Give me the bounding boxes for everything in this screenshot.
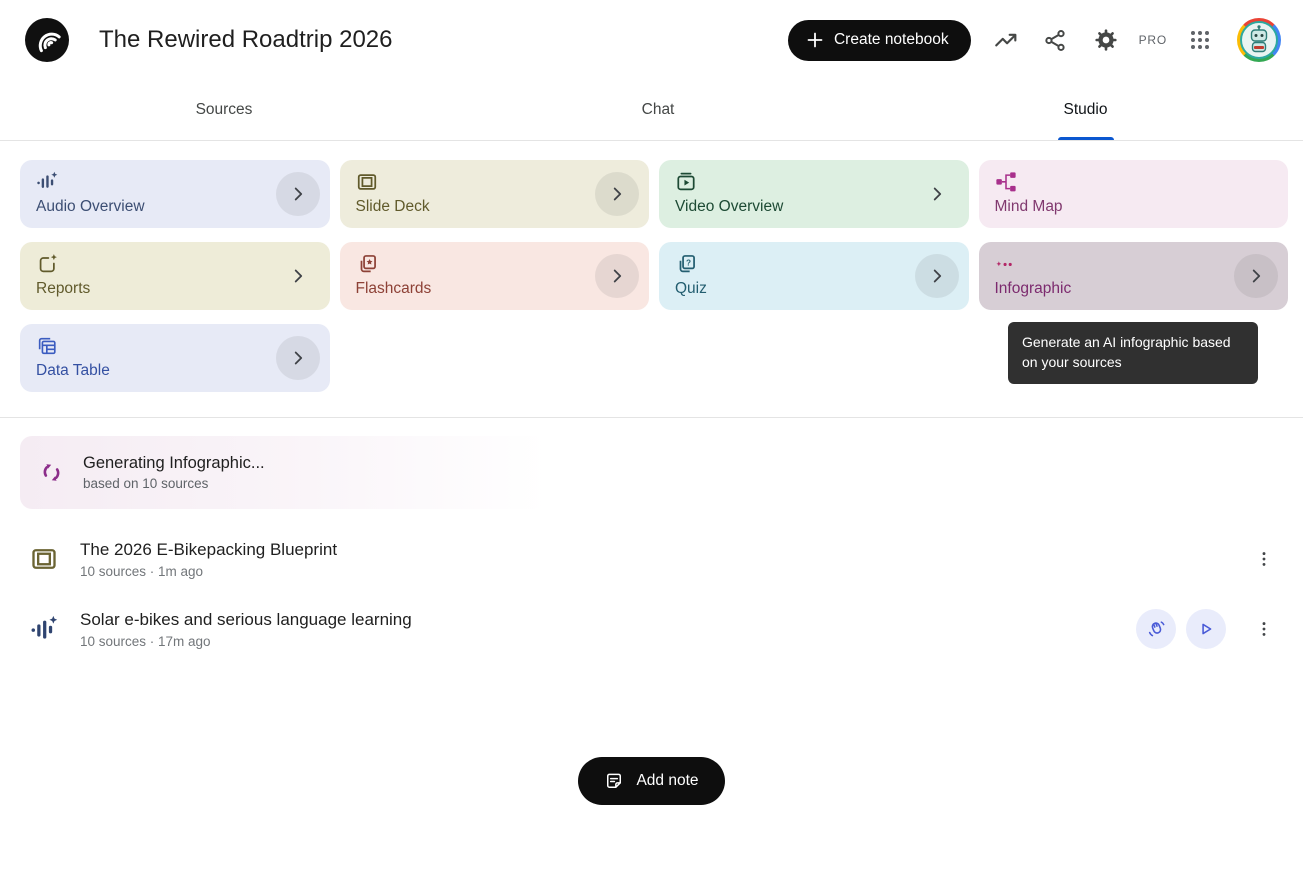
slide-frame-icon — [30, 545, 58, 573]
item-title: Solar e-bikes and serious language learn… — [80, 610, 412, 630]
slide-frame-icon — [356, 171, 378, 193]
infographic-tooltip: Generate an AI infographic based on your… — [1008, 322, 1258, 384]
chevron-right-icon[interactable] — [276, 254, 320, 298]
card-quiz[interactable]: ? Quiz — [659, 242, 969, 310]
list-item-slide-deck[interactable]: The 2026 E-Bikepacking Blueprint 10 sour… — [20, 539, 1288, 579]
interactive-mode-button[interactable] — [1136, 609, 1176, 649]
table-grid-icon — [36, 335, 58, 357]
tab-sources[interactable]: Sources — [0, 80, 448, 140]
chevron-right-icon[interactable] — [595, 254, 639, 298]
section-divider — [0, 417, 1303, 418]
card-flashcards[interactable]: Flashcards — [340, 242, 650, 310]
tab-studio[interactable]: Studio — [868, 80, 1303, 140]
audio-waveform-sparkle-icon — [30, 615, 58, 643]
create-notebook-label: Create notebook — [834, 31, 949, 49]
node-graph-icon — [995, 171, 1017, 193]
share-button[interactable] — [1035, 19, 1077, 61]
chevron-right-icon[interactable] — [276, 172, 320, 216]
card-audio-overview[interactable]: Audio Overview — [20, 160, 330, 228]
plus-icon — [806, 31, 824, 49]
card-video-overview[interactable]: Video Overview — [659, 160, 969, 228]
card-label: Reports — [36, 280, 314, 298]
tab-chat-label: Chat — [642, 101, 675, 119]
settings-gear-icon — [1093, 27, 1119, 53]
play-icon — [1196, 619, 1216, 639]
settings-button[interactable] — [1085, 19, 1127, 61]
item-meta: 10 sources · 1m ago — [80, 564, 337, 579]
svg-text:?: ? — [686, 258, 691, 267]
tab-sources-label: Sources — [196, 101, 253, 119]
more-vertical-icon — [1254, 549, 1274, 569]
avatar-robot-image — [1240, 21, 1278, 59]
card-label: Slide Deck — [356, 198, 634, 216]
add-note-button[interactable]: Add note — [578, 757, 724, 805]
chevron-right-icon[interactable] — [915, 172, 959, 216]
pro-badge: PRO — [1139, 33, 1167, 47]
create-notebook-button[interactable]: Create notebook — [788, 20, 971, 61]
card-label: Data Table — [36, 362, 314, 380]
card-label: Video Overview — [675, 198, 953, 216]
trending-up-icon — [993, 27, 1019, 53]
analytics-button[interactable] — [985, 19, 1027, 61]
panel-tabs: Sources Chat Studio — [0, 80, 1303, 141]
chevron-right-icon[interactable] — [276, 336, 320, 380]
audio-waveform-sparkle-icon — [36, 171, 58, 193]
share-icon — [1043, 28, 1068, 53]
generating-infographic-row[interactable]: Generating Infographic... based on 10 so… — [20, 436, 547, 509]
card-label: Flashcards — [356, 280, 634, 298]
generating-subtitle: based on 10 sources — [83, 476, 265, 491]
user-avatar[interactable] — [1237, 18, 1281, 62]
more-menu-button[interactable] — [1244, 609, 1284, 649]
tab-studio-label: Studio — [1064, 101, 1108, 119]
active-tab-indicator — [1058, 137, 1114, 140]
tab-chat[interactable]: Chat — [448, 80, 868, 140]
card-data-table[interactable]: Data Table — [20, 324, 330, 392]
add-note-label: Add note — [636, 772, 698, 790]
header: The Rewired Roadtrip 2026 Create noteboo… — [0, 0, 1303, 80]
notebooklm-logo[interactable] — [25, 18, 69, 62]
play-button[interactable] — [1186, 609, 1226, 649]
item-title: The 2026 E-Bikepacking Blueprint — [80, 540, 337, 560]
card-mind-map[interactable]: Mind Map — [979, 160, 1289, 228]
card-infographic[interactable]: Infographic — [979, 242, 1289, 310]
ellipsis-loading-icon — [995, 253, 1017, 275]
notebook-title[interactable]: The Rewired Roadtrip 2026 — [99, 26, 393, 54]
interactive-mode-hand-icon — [1146, 619, 1167, 640]
card-label: Quiz — [675, 280, 953, 298]
video-player-icon — [675, 171, 697, 193]
card-slide-deck[interactable]: Slide Deck — [340, 160, 650, 228]
card-reports[interactable]: Reports — [20, 242, 330, 310]
report-sparkle-icon — [36, 253, 58, 275]
card-label: Audio Overview — [36, 198, 314, 216]
list-item-audio-overview[interactable]: Solar e-bikes and serious language learn… — [20, 609, 1288, 649]
card-question-icon: ? — [675, 253, 697, 275]
more-vertical-icon — [1254, 619, 1274, 639]
card-star-icon — [356, 253, 378, 275]
card-label: Mind Map — [995, 198, 1273, 216]
chevron-right-icon[interactable] — [915, 254, 959, 298]
more-menu-button[interactable] — [1244, 539, 1284, 579]
chevron-right-icon[interactable] — [595, 172, 639, 216]
generating-title: Generating Infographic... — [83, 454, 265, 473]
item-meta: 10 sources · 17m ago — [80, 634, 412, 649]
card-label: Infographic — [995, 280, 1273, 298]
sync-spinner-icon — [40, 461, 63, 484]
studio-output-list: Generating Infographic... based on 10 so… — [0, 436, 1303, 649]
notebooklm-studio-page: The Rewired Roadtrip 2026 Create noteboo… — [0, 0, 1303, 887]
chevron-right-icon[interactable] — [1234, 254, 1278, 298]
apps-grid-icon — [1188, 28, 1212, 52]
google-apps-button[interactable] — [1179, 19, 1221, 61]
note-icon — [604, 771, 624, 791]
